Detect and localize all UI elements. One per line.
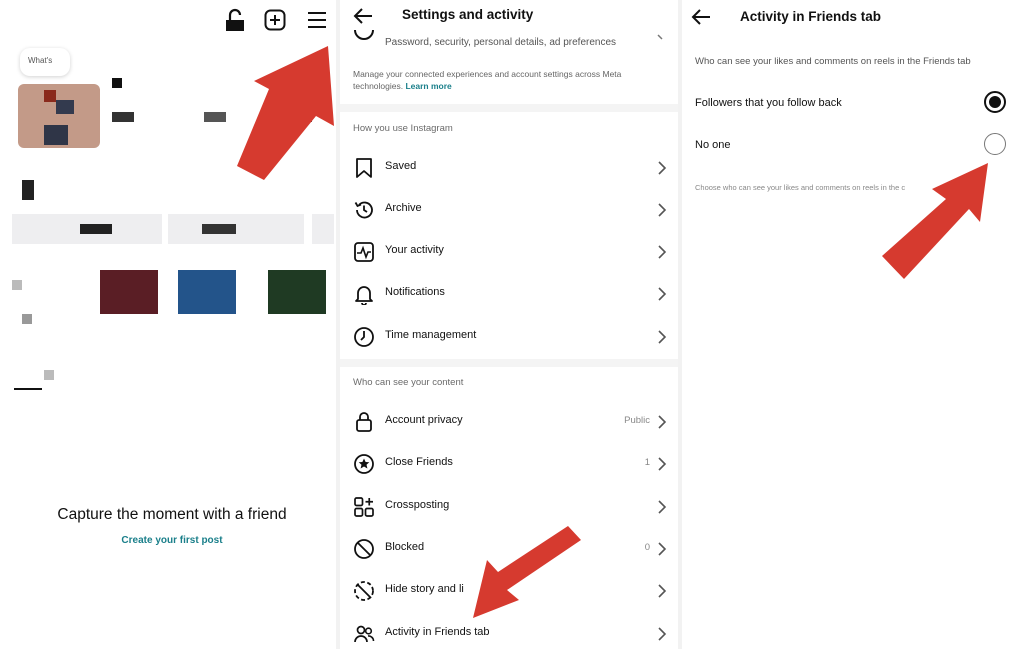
blurred-block	[12, 280, 22, 290]
blurred-block	[112, 112, 134, 122]
option-followers-follow-back[interactable]: Followers that you follow back	[682, 86, 1024, 122]
create-first-post-link[interactable]: Create your first post	[0, 535, 336, 546]
back-arrow-icon[interactable]	[352, 4, 376, 28]
chevron-right-icon	[658, 415, 667, 429]
settings-item-activity-in-friends-tab[interactable]: Activity in Friends tab	[340, 613, 678, 649]
chevron-right-icon	[658, 161, 667, 175]
settings-header: Settings and activity	[340, 0, 678, 32]
empty-state-title: Capture the moment with a friend	[57, 506, 287, 523]
settings-item-notifications[interactable]: Notifications	[340, 273, 678, 315]
grid-tab-indicator[interactable]	[14, 388, 42, 390]
share-profile-button[interactable]	[168, 214, 304, 244]
settings-item-account-privacy[interactable]: Account privacy Public	[340, 401, 678, 443]
chevron-right-icon	[658, 457, 667, 471]
chevron-right-icon	[658, 287, 667, 301]
blurred-block	[22, 180, 34, 200]
settings-item-close-friends[interactable]: Close Friends 1	[340, 443, 678, 485]
activity-icon	[354, 242, 374, 262]
blurred-block	[204, 112, 226, 122]
chevron-right-icon	[658, 584, 667, 598]
chevron-right-icon	[658, 627, 667, 641]
create-post-icon[interactable]	[263, 8, 287, 32]
profile-panel: What's Capture the moment with a friend …	[0, 0, 336, 649]
blurred-block	[112, 78, 122, 88]
close-friends-count: 1	[644, 457, 650, 468]
blurred-block	[22, 314, 32, 324]
settings-item-blocked[interactable]: Blocked 0	[340, 528, 678, 570]
suggested-avatar[interactable]	[100, 270, 158, 314]
blocked-icon	[354, 539, 374, 559]
suggest-button[interactable]	[312, 214, 334, 244]
page-title: Activity in Friends tab	[740, 9, 882, 24]
hide-story-icon	[354, 581, 374, 601]
option-no-one[interactable]: No one	[682, 128, 1024, 164]
settings-item-saved[interactable]: Saved	[340, 147, 678, 189]
bell-icon	[355, 286, 373, 305]
section-divider	[340, 104, 678, 112]
privacy-value: Public	[624, 415, 650, 426]
blurred-block	[44, 125, 68, 145]
blocked-count: 0	[644, 542, 650, 553]
visibility-question: Who can see your likes and comments on r…	[695, 56, 971, 67]
section-heading: Who can see your content	[353, 377, 464, 388]
blurred-block	[44, 90, 56, 102]
blurred-block	[80, 224, 112, 234]
blurred-block	[290, 112, 312, 122]
settings-item-crossposting[interactable]: Crossposting	[340, 486, 678, 528]
helper-note: Choose who can see your likes and commen…	[695, 183, 906, 192]
learn-more-link[interactable]: Learn more	[405, 81, 451, 91]
back-arrow-icon[interactable]	[690, 5, 714, 29]
blurred-block	[56, 100, 74, 114]
crossposting-icon	[354, 497, 374, 517]
chevron-right-icon	[658, 245, 667, 259]
radio-unselected[interactable]	[984, 133, 1006, 155]
chevron-right-icon	[657, 34, 663, 40]
menu-icon[interactable]	[305, 8, 329, 32]
friends-tab-panel: Activity in Friends tab Who can see your…	[682, 0, 1024, 649]
chevron-right-icon	[658, 330, 667, 344]
settings-panel: Settings and activity Password, security…	[340, 0, 678, 649]
archive-icon	[354, 201, 373, 219]
chevron-right-icon	[658, 500, 667, 514]
bookmark-icon	[356, 158, 372, 178]
lock-icon	[356, 412, 372, 432]
friends-icon	[354, 625, 375, 643]
blurred-block	[44, 370, 54, 380]
blurred-block	[202, 224, 236, 234]
section-divider	[340, 359, 678, 367]
suggested-avatar[interactable]	[178, 270, 236, 314]
star-icon	[354, 454, 374, 474]
settings-item-archive[interactable]: Archive	[340, 189, 678, 231]
accounts-center-icon	[354, 30, 374, 40]
settings-item-time-management[interactable]: Time management	[340, 316, 678, 358]
suggested-avatar[interactable]	[268, 270, 326, 314]
chevron-right-icon	[658, 542, 667, 556]
note-bubble[interactable]: What's	[20, 48, 70, 76]
settings-item-your-activity[interactable]: Your activity	[340, 231, 678, 273]
page-title: Settings and activity	[402, 7, 534, 22]
threads-lock-icon[interactable]	[224, 8, 248, 32]
accounts-center-subtitle[interactable]: Password, security, personal details, ad…	[385, 37, 616, 48]
chevron-right-icon	[658, 203, 667, 217]
clock-icon	[354, 327, 374, 347]
meta-note: Manage your connected experiences and ac…	[353, 69, 622, 91]
section-heading: How you use Instagram	[353, 123, 453, 134]
radio-selected[interactable]	[984, 91, 1006, 113]
settings-item-hide-story[interactable]: Hide story and li	[340, 570, 678, 612]
